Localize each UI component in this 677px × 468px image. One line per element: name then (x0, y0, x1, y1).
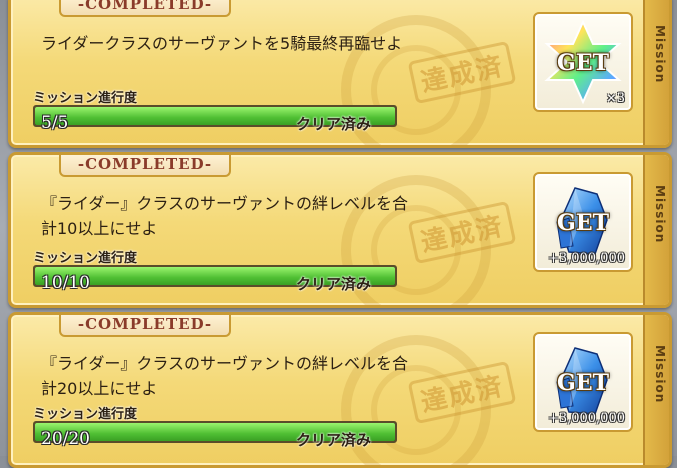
side-strip: Mission (643, 315, 669, 465)
progress-label: ミッション進行度 (33, 407, 138, 422)
progress-value: 20/20 (41, 429, 90, 449)
get-label: GET (557, 50, 609, 76)
description-line: 『ライダー』クラスのサーヴァントの絆レベルを合 (41, 194, 409, 213)
cleared-status: クリア済み (296, 275, 372, 293)
side-label: Mission (653, 345, 667, 404)
description-line: ライダークラスのサーヴァントを5騎最終再臨せよ (41, 34, 403, 53)
side-strip: Mission (643, 0, 669, 145)
reward-box[interactable]: GET +3,000,000 (533, 332, 633, 432)
mission-description: 『ライダー』クラスのサーヴァントの絆レベルを合 計20以上にせよ (41, 351, 491, 401)
reward-box[interactable]: GET ×3 (533, 12, 633, 112)
side-label: Mission (653, 25, 667, 84)
reward-quantity: +3,000,000 (547, 251, 625, 266)
description-line: 『ライダー』クラスのサーヴァントの絆レベルを合 (41, 354, 409, 373)
reward-quantity: ×3 (605, 91, 625, 106)
reward-box[interactable]: GET +3,000,000 (533, 172, 633, 272)
completed-tag: -COMPLETED- (59, 155, 231, 177)
get-label: GET (557, 370, 609, 396)
cleared-status: クリア済み (296, 115, 372, 133)
side-strip: Mission (643, 155, 669, 305)
progress-value: 5/5 (41, 113, 69, 133)
mission-card[interactable]: 達成済 -COMPLETED- 『ライダー』クラスのサーヴァントの絆レベルを合 … (8, 312, 672, 468)
progress-label: ミッション進行度 (33, 251, 138, 266)
reward-quantity: +3,000,000 (547, 411, 625, 426)
description-line: 計10以上にせよ (41, 219, 158, 238)
mission-description: ライダークラスのサーヴァントを5騎最終再臨せよ (41, 31, 491, 56)
progress-label: ミッション進行度 (33, 91, 138, 106)
completed-tag: -COMPLETED- (59, 315, 231, 337)
mission-card[interactable]: 達成済 -COMPLETED- ライダークラスのサーヴァントを5騎最終再臨せよ … (8, 0, 672, 148)
completed-tag: -COMPLETED- (59, 0, 231, 17)
cleared-status: クリア済み (296, 431, 372, 449)
get-label: GET (557, 210, 609, 236)
progress-value: 10/10 (41, 273, 90, 293)
description-line: 計20以上にせよ (41, 379, 158, 398)
side-label: Mission (653, 185, 667, 244)
mission-card[interactable]: 達成済 -COMPLETED- 『ライダー』クラスのサーヴァントの絆レベルを合 … (8, 152, 672, 308)
mission-description: 『ライダー』クラスのサーヴァントの絆レベルを合 計10以上にせよ (41, 191, 491, 241)
